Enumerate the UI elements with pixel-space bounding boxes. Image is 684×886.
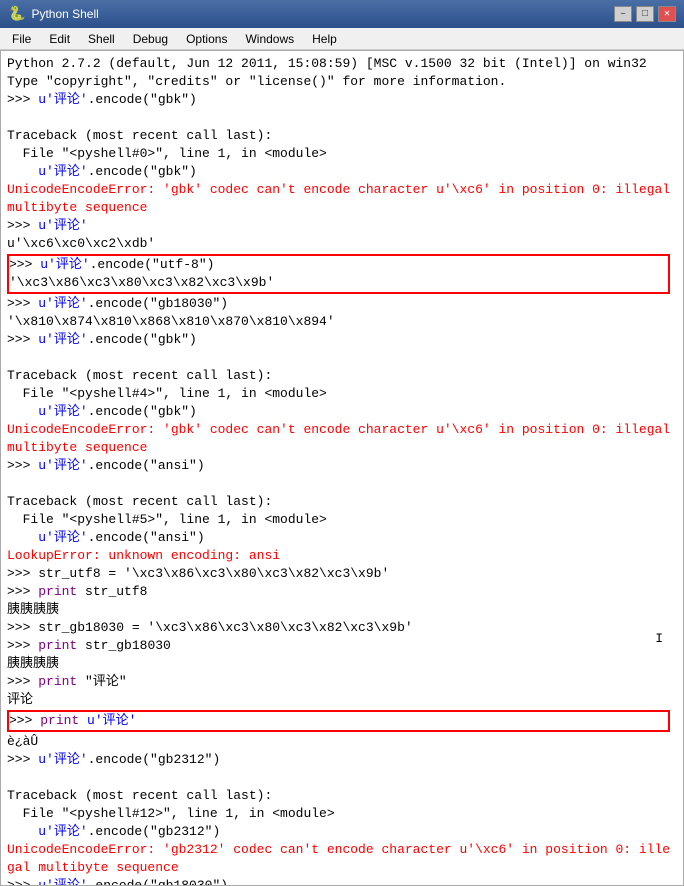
output-line: File "<pyshell#0>", line 1, in <module>: [7, 145, 677, 163]
window-title: Python Shell: [31, 7, 98, 21]
menu-windows[interactable]: Windows: [237, 30, 302, 48]
output-line: >>> u'评论'.encode("gb18030"): [7, 295, 677, 313]
output-line: u'评论'.encode("gbk"): [7, 403, 677, 421]
menu-help[interactable]: Help: [304, 30, 345, 48]
output-line: Traceback (most recent call last):: [7, 787, 677, 805]
menu-debug[interactable]: Debug: [125, 30, 176, 48]
output-line: u'评论'.encode("ansi"): [7, 529, 677, 547]
python-icon: 🐍: [8, 6, 25, 23]
output-line: [7, 475, 677, 493]
output-line: [7, 109, 677, 127]
output-line: >>> u'评论'.encode("ansi"): [7, 457, 677, 475]
output-line: '\x810\x874\x810\x868\x810\x870\x810\x89…: [7, 313, 677, 331]
title-bar-left: 🐍 Python Shell: [8, 6, 99, 23]
output-line: Traceback (most recent call last):: [7, 367, 677, 385]
window-container: 🐍 Python Shell – □ ✕ File Edit Shell Deb…: [0, 0, 684, 886]
output-line: [7, 349, 677, 367]
output-line: >>> str_gb18030 = '\xc3\x86\xc3\x80\xc3\…: [7, 619, 677, 637]
output-line: UnicodeEncodeError: 'gb2312' codec can't…: [7, 841, 677, 877]
output-line: UnicodeEncodeError: 'gbk' codec can't en…: [7, 421, 677, 457]
output-line: >>> u'评论'.encode("gbk"): [7, 331, 677, 349]
output-line: LookupError: unknown encoding: ansi: [7, 547, 677, 565]
output-line: 胰胰胰胰: [7, 601, 677, 619]
output-line: Type "copyright", "credits" or "license(…: [7, 73, 677, 91]
highlight-region-2: >>> print u'评论': [7, 710, 670, 732]
close-button[interactable]: ✕: [658, 6, 676, 22]
output-line: u'评论'.encode("gbk"): [7, 163, 677, 181]
output-line: 评论: [7, 691, 677, 709]
maximize-button[interactable]: □: [636, 6, 654, 22]
output-line: '\xc3\x86\xc3\x80\xc3\x82\xc3\x9b': [9, 274, 668, 292]
shell-output[interactable]: Python 2.7.2 (default, Jun 12 2011, 15:0…: [0, 50, 684, 886]
output-line: è¿àÛ: [7, 733, 677, 751]
output-line: u'\xc6\xc0\xc2\xdb': [7, 235, 677, 253]
title-bar: 🐍 Python Shell – □ ✕: [0, 0, 684, 28]
menu-bar: File Edit Shell Debug Options Windows He…: [0, 28, 684, 50]
output-line: >>> u'评论'.encode("utf-8"): [9, 256, 668, 274]
output-line: >>> print "评论": [7, 673, 677, 691]
output-line: File "<pyshell#4>", line 1, in <module>: [7, 385, 677, 403]
output-line: UnicodeEncodeError: 'gbk' codec can't en…: [7, 181, 677, 217]
output-line: Traceback (most recent call last):: [7, 127, 677, 145]
output-line: 胰胰胰胰: [7, 655, 677, 673]
output-line: >>> u'评论'.encode("gbk"): [7, 91, 677, 109]
output-line: >>> print str_gb18030: [7, 637, 677, 655]
output-line: >>> str_utf8 = '\xc3\x86\xc3\x80\xc3\x82…: [7, 565, 677, 583]
output-line: Traceback (most recent call last):: [7, 493, 677, 511]
menu-file[interactable]: File: [4, 30, 39, 48]
output-line: File "<pyshell#5>", line 1, in <module>: [7, 511, 677, 529]
output-line: [7, 769, 677, 787]
output-line: u'评论'.encode("gb2312"): [7, 823, 677, 841]
output-line: >>> print u'评论': [9, 712, 668, 730]
output-line: Python 2.7.2 (default, Jun 12 2011, 15:0…: [7, 55, 677, 73]
menu-edit[interactable]: Edit: [41, 30, 78, 48]
output-line: >>> u'评论'.encode("gb18030"): [7, 877, 677, 886]
output-line: >>> u'评论': [7, 217, 677, 235]
menu-shell[interactable]: Shell: [80, 30, 123, 48]
menu-options[interactable]: Options: [178, 30, 235, 48]
output-line: >>> print str_utf8: [7, 583, 677, 601]
minimize-button[interactable]: –: [614, 6, 632, 22]
cursor-indicator: I: [655, 631, 663, 646]
output-line: File "<pyshell#12>", line 1, in <module>: [7, 805, 677, 823]
highlight-region: >>> u'评论'.encode("utf-8") '\xc3\x86\xc3\…: [7, 254, 670, 294]
window-controls: – □ ✕: [614, 6, 676, 22]
output-line: >>> u'评论'.encode("gb2312"): [7, 751, 677, 769]
